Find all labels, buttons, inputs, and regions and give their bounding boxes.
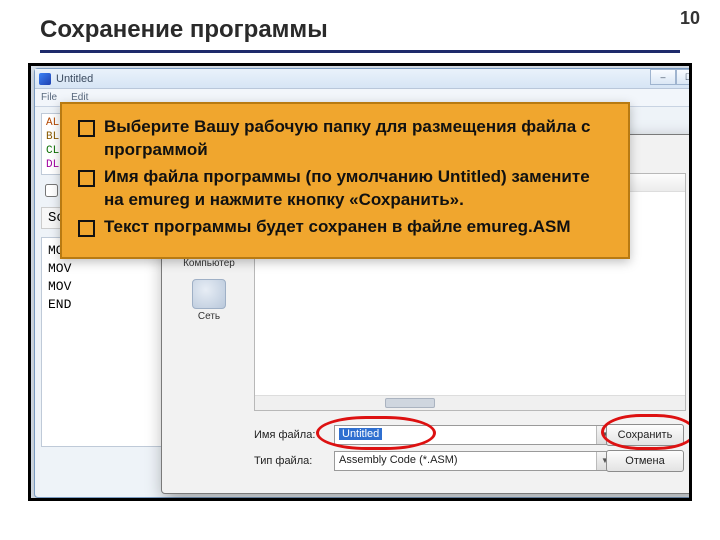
filename-row: Имя файла: Untitled ▼: [254, 425, 614, 445]
page-title: Сохранение программы: [0, 0, 720, 50]
place-label: Компьютер: [183, 258, 235, 269]
instruction-callout: Выберите Вашу рабочую папку для размещен…: [60, 102, 630, 259]
scrollbar-thumb[interactable]: [385, 398, 435, 408]
filetype-select[interactable]: Assembly Code (*.ASM) ▼: [334, 451, 614, 471]
editor-title: Untitled: [56, 73, 93, 85]
editor-titlebar: Untitled – ☐ ✕: [35, 69, 692, 89]
network-icon: [192, 279, 226, 309]
place-network[interactable]: Сеть: [170, 279, 248, 322]
filename-input[interactable]: Untitled ▼: [334, 425, 614, 445]
cancel-button[interactable]: Отмена: [606, 450, 684, 472]
place-label: Сеть: [198, 311, 220, 322]
app-icon: [39, 73, 51, 85]
write-checkbox[interactable]: [45, 184, 58, 197]
instruction-item: Имя файла программы (по умолчанию Untitl…: [78, 166, 614, 212]
maximize-button[interactable]: ☐: [676, 69, 692, 85]
filename-value: Untitled: [339, 428, 382, 440]
menu-file[interactable]: File: [41, 92, 57, 103]
filename-label: Имя файла:: [254, 429, 326, 441]
title-rule: [40, 50, 680, 53]
save-button[interactable]: Сохранить: [606, 424, 684, 446]
minimize-button[interactable]: –: [650, 69, 676, 85]
filetype-label: Тип файла:: [254, 455, 326, 467]
horizontal-scrollbar[interactable]: [255, 395, 685, 410]
filetype-row: Тип файла: Assembly Code (*.ASM) ▼: [254, 451, 614, 471]
window-controls: – ☐ ✕: [650, 69, 692, 85]
instruction-item: Текст программы будет сохранен в файле e…: [78, 216, 614, 239]
page-number: 10: [680, 8, 700, 29]
instruction-item: Выберите Вашу рабочую папку для размещен…: [78, 116, 614, 162]
filetype-value: Assembly Code (*.ASM): [339, 454, 458, 466]
